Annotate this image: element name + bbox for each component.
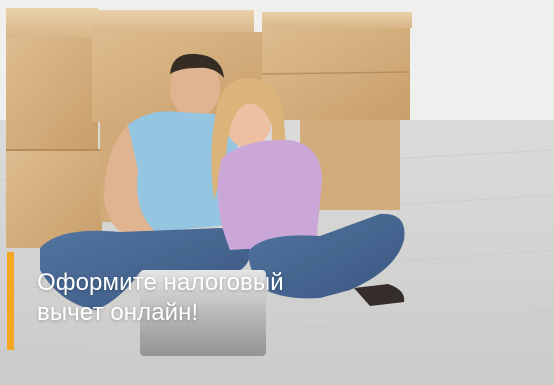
accent-bar	[7, 252, 14, 350]
promo-banner[interactable]: Оформите налоговый вычет онлайн!	[0, 0, 554, 385]
banner-headline-line-2: вычет онлайн!	[37, 299, 199, 326]
banner-headline: Оформите налоговый вычет онлайн!	[37, 268, 357, 328]
banner-headline-line-1: Оформите налоговый	[37, 269, 284, 296]
